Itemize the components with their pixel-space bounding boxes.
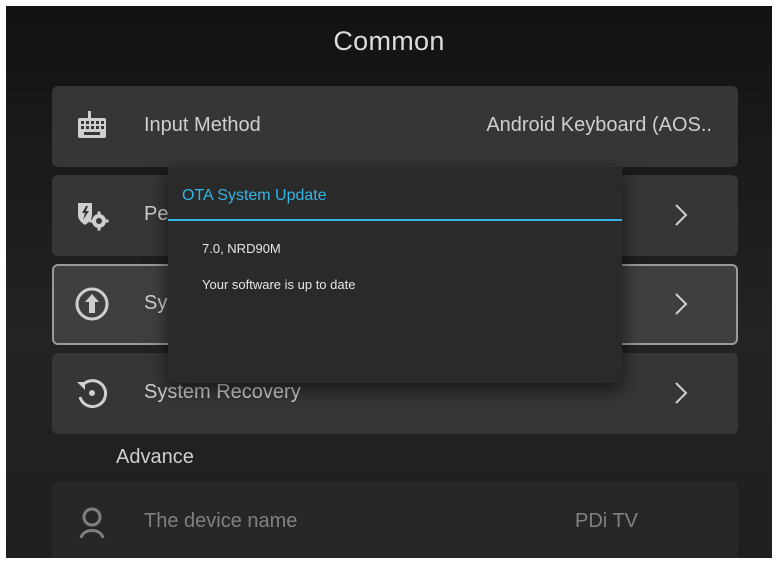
page-title: Common — [333, 26, 445, 56]
settings-item-label: Pe — [144, 203, 169, 225]
dialog-title: OTA System Update — [182, 187, 327, 204]
permissions-gears-icon — [78, 203, 109, 231]
ota-update-dialog: OTA System Update 7.0, NRD90M Your softw… — [168, 167, 622, 383]
chevron-right-icon — [675, 382, 688, 404]
settings-item-label: Sy — [144, 292, 168, 314]
section-header-advance: Advance — [116, 446, 194, 468]
dialog-status-text: Your software is up to date — [202, 277, 356, 292]
settings-item-input-method[interactable]: Input Method Android Keyboard (AOS.. — [52, 86, 738, 167]
settings-item-label: Input Method — [144, 114, 261, 136]
settings-screen: Common Input Method Android Keyboard (AO… — [6, 6, 772, 558]
dialog-divider — [168, 219, 622, 221]
keyboard-icon — [78, 111, 106, 138]
settings-item-label: System Recovery — [144, 381, 301, 403]
chevron-right-icon — [675, 204, 688, 226]
system-update-icon — [75, 287, 109, 321]
dialog-version-text: 7.0, NRD90M — [202, 241, 281, 256]
recovery-icon — [77, 379, 108, 409]
settings-item-value: PDi TV — [575, 510, 638, 532]
settings-item-label: The device name — [144, 510, 298, 532]
search-icon — [79, 507, 105, 539]
settings-item-value: Android Keyboard (AOS.. — [486, 114, 712, 136]
chevron-right-icon — [675, 293, 688, 315]
settings-item-device-name[interactable]: The device name PDi TV — [52, 482, 738, 558]
